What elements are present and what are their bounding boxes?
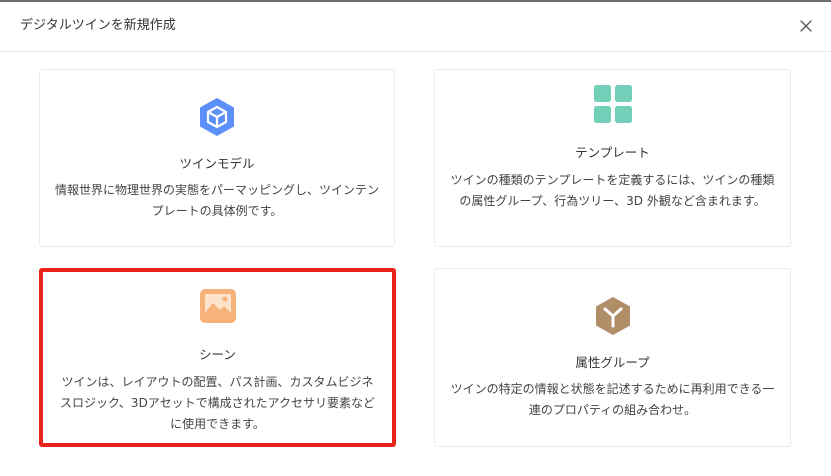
grid-blocks-icon (593, 84, 633, 124)
card-description: 情報世界に物理世界の実態をパーマッピングし、ツインテンプレートの具体例です。 (54, 183, 379, 218)
card-twin-model[interactable]: ツインモデル 情報世界に物理世界の実態をパーマッピングし、ツインテンプレートの具… (39, 69, 395, 247)
image-icon (198, 286, 238, 326)
card-scene[interactable]: シーン ツインは、レイアウトの配置、パス計画、カスタムビジネスロジック、3Dアセ… (39, 268, 396, 447)
card-description: ツインの種類のテンプレートを定義するには、ツインの種類の属性グループ、行為ツリー… (450, 173, 775, 208)
new-digital-twin-dialog: デジタルツインを新規作成 ツインモデル 情報世界に物理世界の実態をパーマッピング… (0, 0, 831, 476)
card-title: シーン (199, 347, 236, 362)
card-description: ツインの特定の情報と状態を記述するために再利用できる一連のプロパティの組み合わせ… (450, 382, 775, 417)
card-title: ツインモデル (179, 156, 255, 171)
card-attribute-group[interactable]: 属性グループ ツインの特定の情報と状態を記述するために再利用できる一連のプロパテ… (434, 268, 791, 447)
hexagon-y-icon (593, 296, 633, 336)
card-description: ツインは、レイアウトの配置、パス計画、カスタムビジネスロジック、3Dアセットで構… (60, 375, 375, 431)
close-icon[interactable] (796, 16, 816, 36)
hexagon-cube-icon (197, 97, 237, 137)
card-template[interactable]: テンプレート ツインの種類のテンプレートを定義するには、ツインの種類の属性グルー… (434, 69, 791, 247)
dialog-header: デジタルツインを新規作成 (0, 2, 831, 52)
dialog-title: デジタルツインを新規作成 (20, 18, 176, 33)
card-title: テンプレート (575, 145, 650, 160)
card-title: 属性グループ (575, 355, 650, 370)
